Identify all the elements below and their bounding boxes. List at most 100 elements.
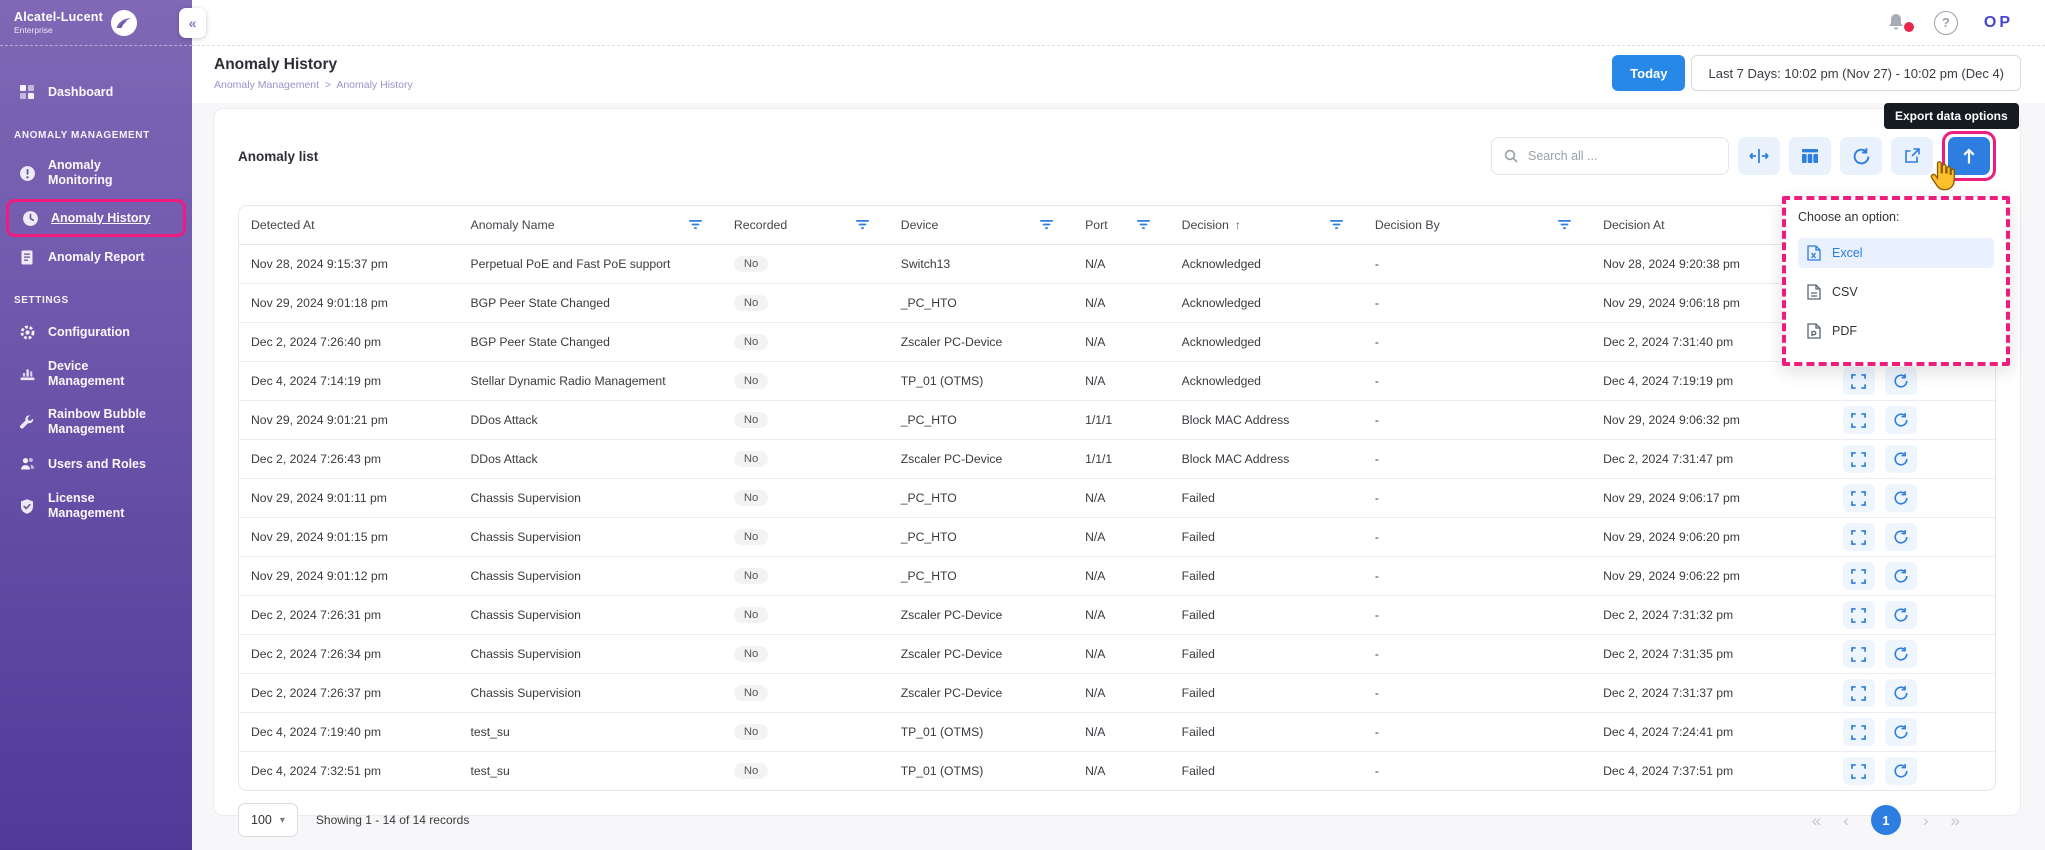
filter-icon[interactable]	[1329, 220, 1343, 230]
cell-decision-by: -	[1374, 257, 1379, 271]
row-expand-button[interactable]	[1842, 640, 1875, 668]
row-expand-button[interactable]	[1842, 367, 1875, 395]
row-expand-button[interactable]	[1842, 679, 1875, 707]
row-replay-button[interactable]	[1884, 718, 1917, 746]
table-row[interactable]: Nov 28, 2024 9:15:37 pm Perpetual PoE and…	[239, 245, 1995, 284]
prev-page-icon[interactable]: ‹	[1843, 812, 1849, 829]
row-replay-button[interactable]	[1884, 562, 1917, 590]
cell-decision: Failed	[1181, 530, 1215, 544]
search-input[interactable]	[1526, 148, 1716, 164]
filter-icon[interactable]	[688, 220, 702, 230]
row-replay-button[interactable]	[1884, 523, 1917, 551]
sidebar-item-label: Users and Roles	[48, 456, 146, 471]
open-external-button[interactable]	[1891, 137, 1933, 175]
table-row[interactable]: Dec 4, 2024 7:32:51 pm test_su No TP_01 (OT…	[239, 752, 1995, 790]
expand-icon	[1851, 646, 1867, 662]
row-expand-button[interactable]	[1842, 718, 1875, 746]
sidebar-item-anomaly-history[interactable]: Anomaly History	[6, 199, 186, 237]
row-refresh-icon	[1893, 529, 1909, 545]
sidebar-item-label: License Management	[48, 491, 125, 520]
column-header-recorded[interactable]: Recorded	[722, 206, 889, 244]
row-expand-button[interactable]	[1842, 445, 1875, 473]
sidebar-collapse-button[interactable]: «	[179, 8, 206, 38]
page-title: Anomaly History	[214, 55, 338, 73]
page-size-select[interactable]: 100 ▾	[238, 803, 298, 837]
sidebar-item-users-and-roles[interactable]: Users and Roles	[0, 446, 192, 482]
table-header-row: Detected At Anomaly Name Recorded Device Por…	[239, 206, 1995, 245]
table-row[interactable]: Dec 4, 2024 7:19:40 pm test_su No TP_01 (OT…	[239, 713, 1995, 752]
expand-icon	[1851, 529, 1867, 545]
sidebar-item-license-management[interactable]: License Management	[0, 482, 192, 530]
first-page-icon[interactable]: «	[1812, 812, 1821, 829]
filter-icon[interactable]	[855, 220, 869, 230]
cell-decision-at: Dec 2, 2024 7:31:35 pm	[1603, 647, 1734, 661]
export-arrow-icon	[1961, 147, 1977, 165]
notifications-button[interactable]	[1886, 12, 1914, 34]
row-expand-button[interactable]	[1842, 601, 1875, 629]
row-expand-button[interactable]	[1842, 406, 1875, 434]
table-row[interactable]: Dec 2, 2024 7:26:34 pm Chassis Supervisio…	[239, 635, 1995, 674]
sidebar-item-configuration[interactable]: Configuration	[0, 314, 192, 350]
table-row[interactable]: Dec 2, 2024 7:26:37 pm Chassis Supervisio…	[239, 674, 1995, 713]
column-settings-button[interactable]	[1789, 137, 1831, 175]
fit-columns-button[interactable]	[1738, 137, 1780, 175]
row-replay-button[interactable]	[1884, 445, 1917, 473]
table-row[interactable]: Dec 2, 2024 7:26:40 pm BGP Peer State Cha…	[239, 323, 1995, 362]
sidebar-item-label: Anomaly History	[51, 210, 151, 225]
sidebar-item-anomaly-monitoring[interactable]: Anomaly Monitoring	[0, 149, 192, 197]
export-option-label: PDF	[1832, 324, 1857, 338]
current-page-button[interactable]: 1	[1870, 805, 1901, 835]
export-option-pdf[interactable]: PDF	[1798, 316, 1994, 346]
cell-port: 1/1/1	[1085, 452, 1113, 466]
cell-port: N/A	[1085, 569, 1106, 583]
column-header-decision-by[interactable]: Decision By	[1363, 206, 1591, 244]
sidebar-item-rainbow-bubble-management[interactable]: Rainbow Bubble Management	[0, 398, 192, 446]
last-page-icon[interactable]: »	[1951, 812, 1960, 829]
table-row[interactable]: Nov 29, 2024 9:01:11 pm Chassis Supervisi…	[239, 479, 1995, 518]
breadcrumb-parent[interactable]: Anomaly Management	[214, 79, 319, 91]
cell-decision: Acknowledged	[1181, 257, 1261, 271]
today-button[interactable]: Today	[1612, 55, 1686, 91]
column-header-device[interactable]: Device	[889, 206, 1073, 244]
export-button[interactable]	[1948, 137, 1990, 175]
table-row[interactable]: Nov 29, 2024 9:01:21 pm DDos Attack No _PC_…	[239, 401, 1995, 440]
export-option-excel[interactable]: Excel	[1798, 238, 1994, 268]
filter-icon[interactable]	[1136, 220, 1150, 230]
sidebar-item-device-management[interactable]: Device Management	[0, 350, 192, 398]
help-button[interactable]: ?	[1933, 10, 1958, 35]
table-row[interactable]: Dec 2, 2024 7:26:31 pm Chassis Supervisio…	[239, 596, 1995, 635]
row-replay-button[interactable]	[1884, 757, 1917, 785]
table-row[interactable]: Nov 29, 2024 9:01:18 pm BGP Peer State Ch…	[239, 284, 1995, 323]
column-header-port[interactable]: Port	[1073, 206, 1170, 244]
column-header-detected-at[interactable]: Detected At	[239, 206, 459, 244]
sidebar-item-label: Rainbow Bubble Management	[48, 407, 146, 436]
refresh-button[interactable]	[1840, 137, 1882, 175]
filter-icon[interactable]	[1558, 220, 1572, 230]
row-replay-button[interactable]	[1884, 406, 1917, 434]
column-header-decision[interactable]: Decision ↑	[1170, 206, 1363, 244]
table-row[interactable]: Dec 4, 2024 7:14:19 pm Stellar Dynamic Ra…	[239, 362, 1995, 401]
column-header-anomaly-name[interactable]: Anomaly Name	[459, 206, 722, 244]
breadcrumb-current[interactable]: Anomaly History	[336, 79, 412, 91]
table-row[interactable]: Nov 29, 2024 9:01:12 pm Chassis Supervisi…	[239, 557, 1995, 596]
row-replay-button[interactable]	[1884, 679, 1917, 707]
table-row[interactable]: Nov 29, 2024 9:01:15 pm Chassis Supervisi…	[239, 518, 1995, 557]
table-row[interactable]: Dec 2, 2024 7:26:43 pm DDos Attack No Zscal…	[239, 440, 1995, 479]
row-expand-button[interactable]	[1842, 562, 1875, 590]
row-replay-button[interactable]	[1884, 601, 1917, 629]
row-expand-button[interactable]	[1842, 523, 1875, 551]
row-expand-button[interactable]	[1842, 757, 1875, 785]
sidebar-item-anomaly-report[interactable]: Anomaly Report	[0, 239, 192, 275]
cell-decision: Failed	[1181, 686, 1215, 700]
row-expand-button[interactable]	[1842, 484, 1875, 512]
user-avatar[interactable]: OP	[1984, 14, 2013, 32]
row-replay-button[interactable]	[1884, 640, 1917, 668]
next-page-icon[interactable]: ›	[1923, 812, 1929, 829]
row-replay-button[interactable]	[1884, 367, 1917, 395]
cell-decision-at: Dec 4, 2024 7:19:19 pm	[1603, 374, 1734, 388]
row-replay-button[interactable]	[1884, 484, 1917, 512]
date-range-selector[interactable]: Last 7 Days: 10:02 pm (Nov 27) - 10:02 p…	[1691, 55, 2021, 91]
filter-icon[interactable]	[1040, 220, 1054, 230]
export-option-csv[interactable]: CSV	[1798, 277, 1994, 307]
sidebar-item-dashboard[interactable]: Dashboard	[0, 74, 192, 110]
